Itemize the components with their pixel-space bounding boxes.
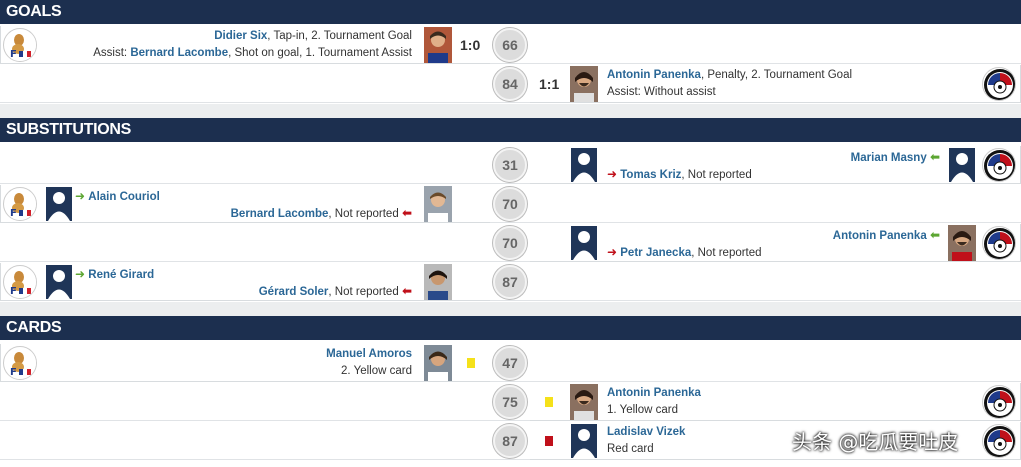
- france-crest-icon[interactable]: F: [3, 346, 37, 380]
- sub-in-arrow-icon: ➜: [75, 189, 86, 203]
- player-photo-bernard-lacombe[interactable]: [424, 186, 452, 222]
- sub-out-arrow-icon: ⬅: [401, 284, 412, 298]
- player-photo-didier-six[interactable]: [424, 27, 452, 63]
- sub-in-line: ➜ René Girard: [75, 267, 154, 281]
- player-silhouette-icon[interactable]: [570, 423, 598, 459]
- france-crest-icon[interactable]: F: [3, 265, 37, 299]
- sub-out-line: ➜ Petr Janecka, Not reported: [607, 245, 762, 259]
- player-in-name[interactable]: Antonin Panenka: [833, 230, 927, 242]
- goal-assist-line: Assist: Bernard Lacombe, Shot on goal, 1…: [93, 47, 412, 59]
- card-player-line: Antonin Panenka: [607, 387, 701, 399]
- player-in-name[interactable]: René Girard: [88, 269, 154, 281]
- card-event-row: F Manuel Amoros 2. Yellow card 47: [0, 344, 1021, 382]
- card-detail: 1. Yellow card: [607, 404, 678, 416]
- svg-text:F: F: [10, 286, 17, 297]
- yellow-card-icon: [467, 358, 475, 368]
- player-out-name[interactable]: Gérard Soler: [259, 286, 329, 298]
- sub-out-line: Gérard Soler, Not reported ⬅: [258, 284, 412, 298]
- assist-player-name[interactable]: Bernard Lacombe: [130, 47, 228, 59]
- substitution-row: F ➜ René Girard Gérard Soler, Not report…: [0, 263, 1021, 301]
- player-in-name[interactable]: Marian Masny: [851, 152, 927, 164]
- red-card-icon: [545, 436, 553, 446]
- player-silhouette-icon[interactable]: [570, 225, 598, 261]
- france-crest-icon[interactable]: F: [3, 28, 37, 62]
- goal-scorer-line: Didier Six, Tap-in, 2. Tournament Goal: [214, 30, 412, 42]
- player-in-name[interactable]: Alain Couriol: [88, 191, 160, 203]
- sub-out-arrow-icon: ➜: [607, 167, 618, 181]
- player-photo-gerard-soler[interactable]: [424, 264, 452, 300]
- sub-in-arrow-icon: ⬅: [929, 150, 940, 164]
- substitution-row: 31 ➜ Tomas Kriz, Not reported Marian Mas…: [0, 146, 1021, 184]
- minute-badge: 70: [493, 226, 527, 260]
- card-player-line: Manuel Amoros: [326, 348, 412, 360]
- svg-text:F: F: [10, 208, 17, 219]
- sub-in-arrow-icon: ⬅: [929, 228, 940, 242]
- goal-scorer-line: Antonin Panenka, Penalty, 2. Tournament …: [607, 69, 853, 81]
- card-player-line: Ladislav Vizek: [607, 426, 685, 438]
- section-header-goals: GOALS: [0, 0, 1021, 24]
- minute-badge: 75: [493, 385, 527, 419]
- player-silhouette-icon[interactable]: [45, 186, 73, 222]
- card-event-row: 75 Antonin Panenka 1. Yellow card: [0, 383, 1021, 421]
- section-spacer: [0, 104, 1021, 118]
- sub-in-arrow-icon: ➜: [75, 267, 86, 281]
- section-header-substitutions: SUBSTITUTIONS: [0, 118, 1021, 142]
- player-out-name[interactable]: Bernard Lacombe: [231, 208, 329, 220]
- minute-badge: 87: [493, 265, 527, 299]
- minute-badge: 70: [493, 187, 527, 221]
- section-header-cards: CARDS: [0, 316, 1021, 340]
- player-photo-antonin-panenka[interactable]: [948, 225, 976, 261]
- sub-out-line: Bernard Lacombe, Not reported ⬅: [230, 206, 412, 220]
- goal-scorer-name[interactable]: Didier Six: [214, 30, 267, 42]
- player-silhouette-icon[interactable]: [570, 147, 598, 183]
- substitution-row: F ➜ Alain Couriol Bernard Lacombe, Not r…: [0, 185, 1021, 223]
- svg-text:F: F: [10, 367, 17, 378]
- card-player-name[interactable]: Ladislav Vizek: [607, 426, 685, 438]
- player-out-name[interactable]: Petr Janecka: [620, 247, 691, 259]
- player-silhouette-icon[interactable]: [948, 147, 976, 183]
- sub-out-line: ➜ Tomas Kriz, Not reported: [607, 167, 752, 181]
- section-spacer: [0, 302, 1021, 316]
- yellow-card-icon: [545, 397, 553, 407]
- czechoslovakia-crest-icon[interactable]: [982, 226, 1016, 260]
- goal-scorer-name[interactable]: Antonin Panenka: [607, 69, 701, 81]
- sub-in-line: ➜ Alain Couriol: [75, 189, 160, 203]
- goal-event-row: 84 1:1 Antonin Panenka, Penalty, 2. Tour…: [0, 65, 1021, 103]
- player-photo-manuel-amoros[interactable]: [424, 345, 452, 381]
- substitution-row: 70 ➜ Petr Janecka, Not reported Antonin …: [0, 224, 1021, 262]
- minute-badge: 31: [493, 148, 527, 182]
- goal-score: 1:0: [460, 37, 481, 53]
- player-photo-antonin-panenka[interactable]: [570, 66, 598, 102]
- sub-out-arrow-icon: ➜: [607, 245, 618, 259]
- minute-badge: 47: [493, 346, 527, 380]
- card-player-name[interactable]: Manuel Amoros: [326, 348, 412, 360]
- sub-in-line: Marian Masny ⬅: [851, 150, 940, 164]
- card-detail: 2. Yellow card: [341, 365, 412, 377]
- czechoslovakia-crest-icon[interactable]: [982, 424, 1016, 458]
- card-detail: Red card: [607, 443, 654, 455]
- minute-badge: 87: [493, 424, 527, 458]
- france-crest-icon[interactable]: F: [3, 187, 37, 221]
- player-silhouette-icon[interactable]: [45, 264, 73, 300]
- sub-in-line: Antonin Panenka ⬅: [833, 228, 940, 242]
- minute-badge: 84: [493, 67, 527, 101]
- czechoslovakia-crest-icon[interactable]: [982, 67, 1016, 101]
- goal-assist-line: Assist: Without assist: [607, 86, 716, 98]
- goal-event-row: F Didier Six, Tap-in, 2. Tournament Goal…: [0, 26, 1021, 64]
- sub-out-arrow-icon: ⬅: [401, 206, 412, 220]
- card-player-name[interactable]: Antonin Panenka: [607, 387, 701, 399]
- goal-score: 1:1: [539, 76, 560, 92]
- czechoslovakia-crest-icon[interactable]: [982, 385, 1016, 419]
- svg-text:F: F: [10, 49, 17, 60]
- player-out-name[interactable]: Tomas Kriz: [620, 169, 681, 181]
- minute-badge: 66: [493, 28, 527, 62]
- watermark: 头条 @吃瓜要吐皮: [792, 430, 959, 454]
- player-photo-antonin-panenka[interactable]: [570, 384, 598, 420]
- czechoslovakia-crest-icon[interactable]: [982, 148, 1016, 182]
